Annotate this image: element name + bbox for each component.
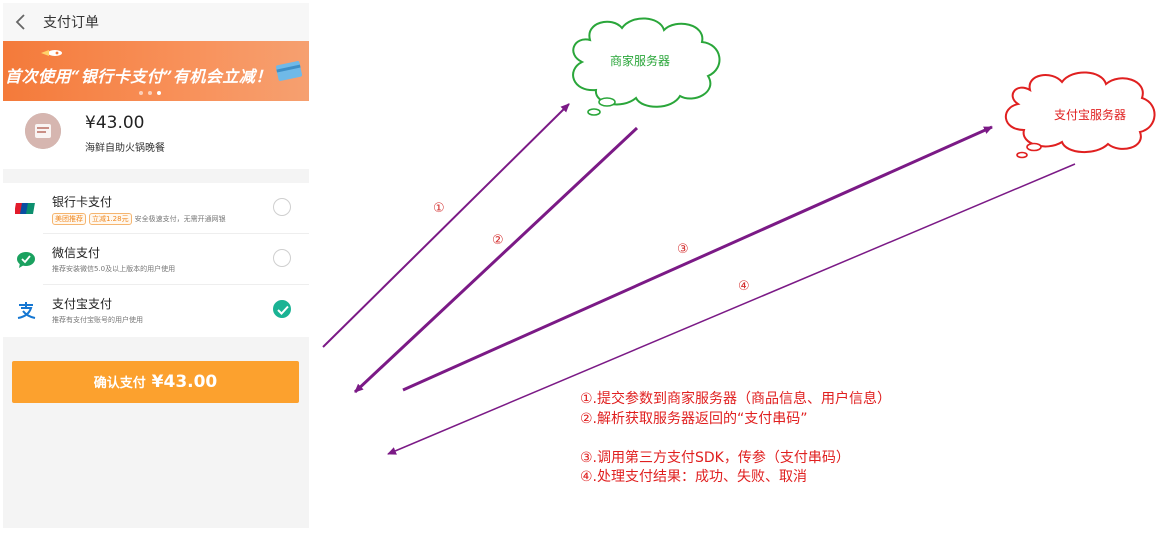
arrow-step-3 xyxy=(402,125,993,392)
alipay-server-label: 支付宝服务器 xyxy=(1054,108,1127,122)
step-4-label: ④ xyxy=(738,279,750,294)
legend-line: ①.提交参数到商家服务器（商品信息、用户信息） xyxy=(580,391,891,407)
step-2-label: ② xyxy=(492,233,504,248)
legend-spacer xyxy=(580,429,891,449)
legend-line: ②.解析获取服务器返回的“支付串码” xyxy=(580,410,808,427)
step-3-label: ③ xyxy=(677,242,689,257)
merchant-server-label: 商家服务器 xyxy=(610,54,671,68)
legend-line: ④.处理支付结果：成功、失败、取消 xyxy=(580,469,808,485)
arrow-step-2 xyxy=(353,126,639,394)
step-1-label: ① xyxy=(433,201,445,216)
legend-line: ③.调用第三方支付SDK，传参（支付串码） xyxy=(580,449,850,466)
legend: ①.提交参数到商家服务器（商品信息、用户信息） ②.解析获取服务器返回的“支付串… xyxy=(580,390,891,488)
